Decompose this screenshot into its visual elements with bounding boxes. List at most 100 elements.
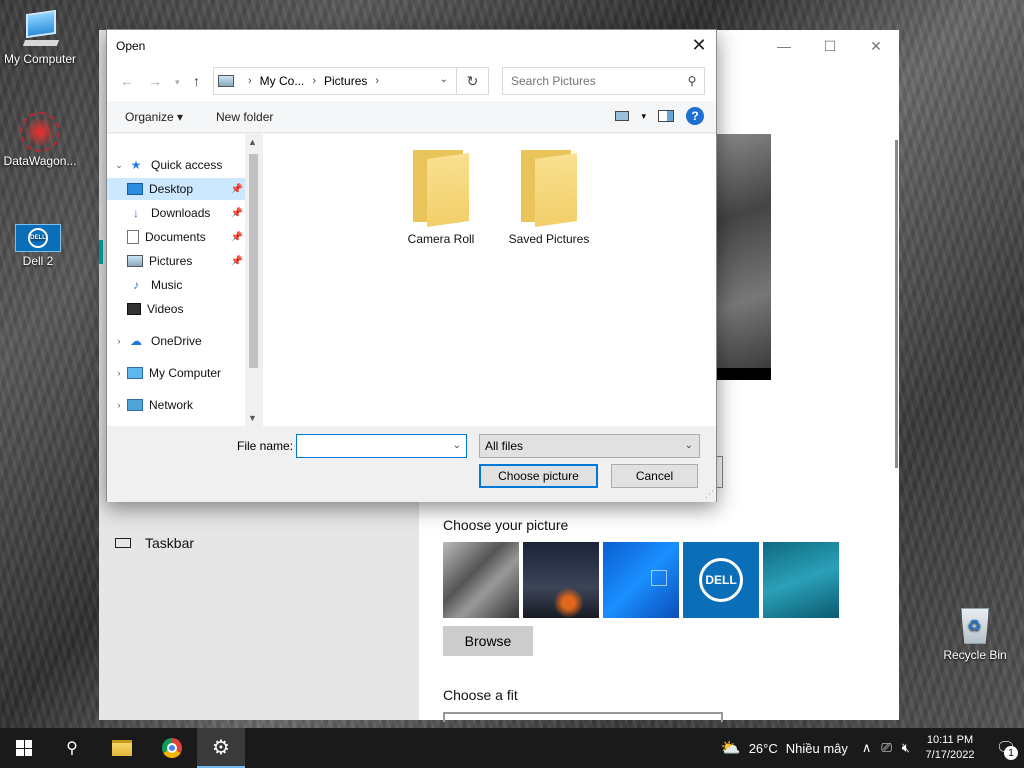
nav-item-quick-access[interactable]: ⌄ ★ Quick access: [107, 154, 245, 176]
up-arrow-icon[interactable]: ↑: [193, 73, 200, 89]
nav-item-network[interactable]: › Network: [107, 394, 245, 416]
recycle-bin-icon: ♻: [955, 602, 995, 646]
action-center-button[interactable]: 🗨︎ 1: [988, 728, 1024, 768]
picture-thumbnail[interactable]: [523, 542, 599, 618]
taskbar-search-button[interactable]: ⚲: [48, 728, 96, 768]
desktop-icon-my-computer[interactable]: My Computer: [0, 9, 80, 66]
refresh-button[interactable]: ↻: [457, 67, 489, 95]
breadcrumb-chevron-icon[interactable]: ›: [248, 75, 252, 87]
picture-thumbnail[interactable]: [763, 542, 839, 618]
file-type-select[interactable]: All files ⌄: [479, 434, 700, 458]
tray-icons: ∧ ⎚ 🔇︎: [862, 740, 910, 756]
breadcrumb-chevron-icon[interactable]: ›: [375, 75, 379, 87]
pictures-icon: [127, 255, 143, 267]
nav-item-label: Quick access: [151, 158, 223, 172]
expand-chevron-icon[interactable]: ›: [113, 336, 125, 346]
datawagon-icon: [20, 112, 60, 152]
expand-chevron-icon[interactable]: ›: [113, 400, 125, 410]
desktop-icon-recycle-bin[interactable]: ♻ Recycle Bin: [935, 602, 1015, 662]
settings-scrollbar[interactable]: [895, 140, 898, 468]
nav-item-label: Desktop: [149, 182, 194, 196]
dialog-close-button[interactable]: ✕: [682, 30, 716, 61]
fit-dropdown[interactable]: [443, 712, 723, 722]
navigation-pane: ⌄ ★ Quick access Desktop 📌 ↓ Downloads 📌…: [107, 134, 262, 426]
command-bar: Organize ▾ New folder ▾ ?: [107, 101, 716, 133]
picture-thumbnail[interactable]: [443, 542, 519, 618]
chrome-button[interactable]: [148, 728, 196, 768]
music-note-icon: ♪: [133, 278, 139, 292]
preview-pane-icon[interactable]: [658, 110, 674, 122]
dropdown-chevron-icon[interactable]: ⌄: [453, 440, 461, 451]
computer-icon: [20, 9, 60, 50]
address-bar[interactable]: › My Co... › Pictures › ⌄: [213, 67, 457, 95]
breadcrumb-item[interactable]: Pictures: [324, 74, 367, 88]
picture-thumbnail[interactable]: [603, 542, 679, 618]
clock-time: 10:11 PM: [926, 734, 974, 746]
sidebar-item-taskbar[interactable]: Taskbar: [115, 535, 194, 551]
network-icon[interactable]: ⎚: [881, 740, 891, 756]
nav-item-desktop[interactable]: Desktop 📌: [107, 178, 245, 200]
forward-arrow-icon[interactable]: →: [148, 73, 162, 89]
nav-item-documents[interactable]: Documents 📌: [107, 226, 245, 248]
settings-button[interactable]: ⚙: [197, 728, 245, 768]
file-name-input[interactable]: ⌄: [296, 434, 467, 458]
gear-icon: ⚙: [212, 736, 230, 759]
windows-logo-icon: [16, 740, 32, 756]
file-type-value: All files: [485, 439, 524, 453]
folder-icon: [521, 150, 577, 227]
back-arrow-icon[interactable]: ←: [120, 73, 134, 89]
minimize-button[interactable]: —: [761, 30, 807, 62]
search-box[interactable]: ⚲: [502, 67, 705, 95]
close-button[interactable]: ✕: [853, 30, 899, 62]
speaker-muted-icon[interactable]: 🔇︎: [902, 740, 910, 756]
organize-button[interactable]: Organize ▾: [125, 110, 183, 124]
recent-chevron-icon[interactable]: ▾: [175, 77, 180, 88]
nav-item-label: OneDrive: [151, 334, 202, 348]
nav-scrollbar[interactable]: ▲ ▼: [245, 134, 262, 426]
folder-item[interactable]: Camera Roll: [391, 150, 491, 246]
collapse-chevron-icon[interactable]: ⌄: [113, 160, 125, 171]
help-icon[interactable]: ?: [686, 107, 704, 125]
nav-item-downloads[interactable]: ↓ Downloads 📌: [107, 202, 245, 224]
new-folder-button[interactable]: New folder: [216, 110, 273, 124]
view-options-chevron-icon[interactable]: ▾: [641, 111, 646, 122]
choose-picture-button[interactable]: Choose picture: [479, 464, 598, 488]
nav-item-onedrive[interactable]: › ☁ OneDrive: [107, 330, 245, 352]
resize-grip-icon[interactable]: ⋰: [705, 489, 714, 500]
scrollbar-thumb[interactable]: [249, 154, 258, 368]
change-view-icon[interactable]: [615, 111, 630, 121]
file-explorer-button[interactable]: [98, 728, 146, 768]
address-row: ← → ▾ ↑ › My Co... › Pictures › ⌄ ↻ ⚲: [107, 61, 716, 101]
scroll-up-icon[interactable]: ▲: [248, 137, 257, 147]
cancel-button[interactable]: Cancel: [611, 464, 698, 488]
expand-chevron-icon[interactable]: ›: [113, 368, 125, 378]
scroll-down-icon[interactable]: ▼: [248, 413, 257, 423]
nav-item-videos[interactable]: Videos: [107, 298, 245, 320]
nav-item-music[interactable]: ♪ Music: [107, 274, 245, 296]
preview-taskbar: [715, 368, 771, 380]
pin-icon: 📌: [230, 255, 243, 267]
address-dropdown-icon[interactable]: ⌄: [440, 74, 448, 85]
search-icon: ⚲: [687, 74, 697, 88]
desktop-icon-datawagon[interactable]: DataWagon...: [0, 112, 80, 168]
nav-item-pictures[interactable]: Pictures 📌: [107, 250, 245, 272]
clock[interactable]: 10:11 PM 7/17/2022: [922, 733, 978, 763]
weather-widget[interactable]: ⛅ 26°C Nhiều mây: [721, 738, 848, 758]
dell-logo-text: DELL: [28, 228, 48, 248]
star-icon: ★: [130, 158, 142, 172]
pictures-icon: [218, 75, 234, 87]
picture-thumbnail[interactable]: DELL: [683, 542, 759, 618]
browse-button[interactable]: Browse: [443, 626, 533, 656]
maximize-button[interactable]: ☐: [807, 30, 853, 62]
refresh-icon: ↻: [466, 72, 479, 89]
choose-picture-heading: Choose your picture: [443, 517, 569, 533]
folder-item[interactable]: Saved Pictures: [499, 150, 599, 246]
network-icon: [127, 399, 143, 411]
nav-item-my-computer[interactable]: › My Computer: [107, 362, 245, 384]
breadcrumb-item[interactable]: My Co...: [260, 74, 305, 88]
chevron-up-icon[interactable]: ∧: [862, 740, 872, 756]
breadcrumb-chevron-icon[interactable]: ›: [312, 75, 316, 87]
start-button[interactable]: [0, 728, 48, 768]
search-input[interactable]: [503, 74, 680, 88]
desktop-icon-dell[interactable]: DELL Dell 2: [0, 224, 78, 268]
